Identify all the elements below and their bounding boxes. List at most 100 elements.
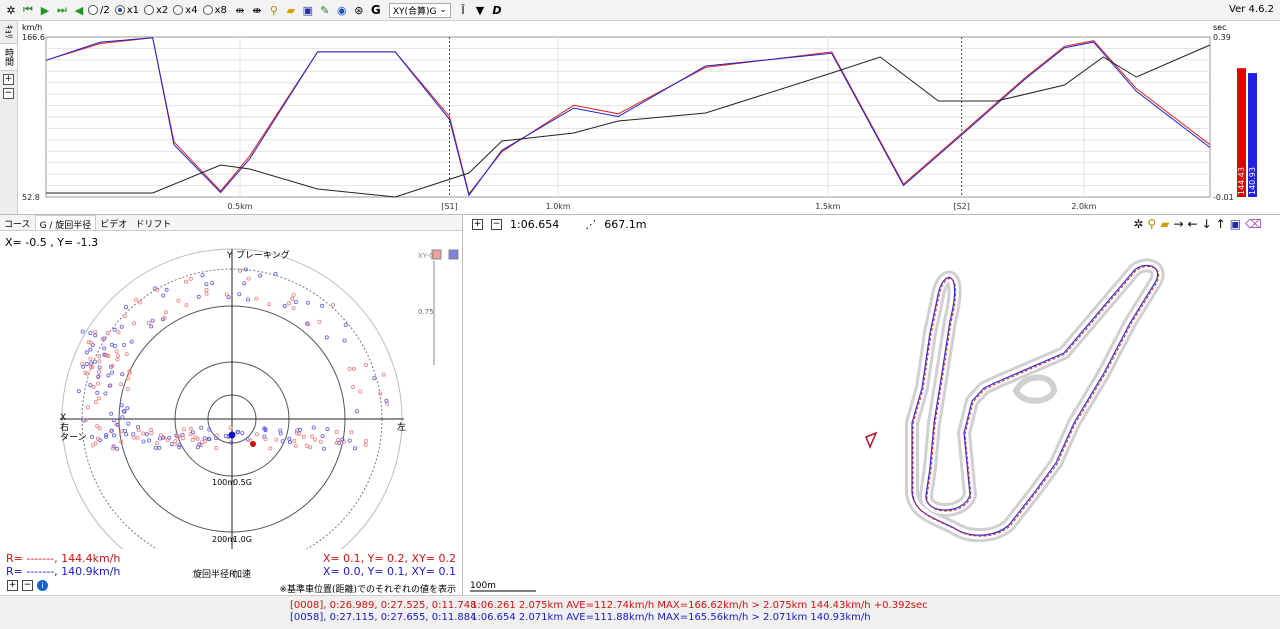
ruler-icon: ⋰ <box>585 217 597 231</box>
g-sample-dot <box>347 366 352 371</box>
eraser-icon[interactable]: ⌫ <box>1245 217 1262 231</box>
radio-label: x8 <box>214 4 227 16</box>
g-sample-dot <box>97 396 102 401</box>
radio-label: x2 <box>156 4 169 16</box>
x-tick-label: 1.5km <box>815 202 840 211</box>
g-sample-dot <box>290 296 295 301</box>
speed-radio-half[interactable]: /2 <box>88 5 110 16</box>
g-sample-dot <box>125 386 130 391</box>
g-sample-dot <box>347 438 352 443</box>
search-icon[interactable]: ⚲ <box>266 2 282 18</box>
step-back-icon[interactable]: ◀ <box>71 2 87 18</box>
g-sample-dot <box>301 434 306 439</box>
map-scale-label: 100m <box>470 581 496 591</box>
save-icon[interactable]: ▣ <box>300 2 316 18</box>
search-icon[interactable]: ⚲ <box>1147 217 1156 231</box>
status-footer: [0008], 0:26.989, 0:27.525, 0:11.748 [00… <box>0 595 1280 629</box>
drift-d-icon[interactable]: D <box>489 2 505 18</box>
lap-summary-blue: 1:06.654 2.071km AVE=111.88km/h MAX=165.… <box>471 612 871 623</box>
globe-icon[interactable]: ◉ <box>334 2 350 18</box>
play-icon[interactable]: ▶ <box>37 2 53 18</box>
g-sample-dot <box>334 429 339 434</box>
g-sample-dot <box>246 276 251 281</box>
info-icon[interactable]: i <box>37 580 48 591</box>
expand-horizontal-icon[interactable]: ⇹ <box>232 2 248 18</box>
arrow-left-icon[interactable]: ← <box>1188 217 1198 231</box>
y-unit-left: km/h <box>22 23 42 32</box>
car-marker-icon <box>865 431 878 449</box>
g-sample-dot <box>120 372 125 377</box>
steering-icon[interactable]: ⊛ <box>351 2 367 18</box>
g-sample-dot <box>181 436 186 441</box>
g-sample-dot <box>80 329 85 334</box>
track-map[interactable]: 100m <box>464 233 1280 595</box>
shrink-horizontal-icon[interactable]: ⇼ <box>249 2 265 18</box>
g-sample-dot <box>311 425 316 430</box>
g-sample-dot <box>287 440 292 445</box>
plus-icon[interactable]: + <box>7 580 18 591</box>
g-sample-dot <box>144 432 149 437</box>
minus-icon[interactable]: − <box>22 580 33 591</box>
plus-icon[interactable]: + <box>3 73 14 85</box>
tab-g-radius[interactable]: G / 旋回半径 <box>34 215 97 231</box>
g-sample-dot <box>81 364 86 369</box>
minus-icon[interactable]: − <box>491 218 502 230</box>
g-sample-dot <box>124 305 129 310</box>
g-sample-dot <box>138 300 143 305</box>
speed-radio-x8[interactable]: x8 <box>202 4 227 16</box>
settings-gear-icon[interactable]: ✲ <box>1133 217 1143 231</box>
g-sample-dot <box>119 403 124 408</box>
tab-course[interactable]: コース <box>0 215 35 230</box>
g-sample-dot <box>330 302 335 307</box>
app-window: ✲ ⏮ ▶ ⏭ ◀ /2 x1 x2 x4 x8 ⇹ ⇼ ⚲ ▰ ▣ ✎ ◉ ⊛… <box>0 0 1280 629</box>
speed-bar-label: 144.43 <box>1237 167 1246 195</box>
g-sample-dot <box>112 327 117 332</box>
g-sample-dot <box>116 353 121 358</box>
arrow-right-icon[interactable]: → <box>1173 217 1183 231</box>
arrow-down-icon[interactable]: ↓ <box>1202 217 1212 231</box>
g-sample-dot <box>321 446 326 451</box>
settings-gear-icon[interactable]: ✲ <box>3 2 19 18</box>
speed-chart[interactable]: 0.5km [S1] 1.0km 1.5km [S2] 2.0km 166.6 52.8 0.3… <box>18 21 1280 214</box>
radio-label: /2 <box>100 4 110 16</box>
g-sample-dot <box>169 442 174 447</box>
rewind-start-icon[interactable]: ⏮ <box>20 2 36 18</box>
g-sample-dot <box>93 329 98 334</box>
tab-drift[interactable]: ドリフト <box>131 215 175 230</box>
minus-icon[interactable]: − <box>3 87 14 99</box>
filter-icon[interactable]: ▼ <box>472 2 488 18</box>
tab-video[interactable]: ビデオ <box>96 215 131 230</box>
g-sample-dot <box>141 431 146 436</box>
open-folder-icon[interactable]: ▰ <box>1160 217 1169 231</box>
side-tab-distance[interactable]: ｷｮﾘ <box>0 21 17 44</box>
g-sample-dot <box>291 306 296 311</box>
speed-radio-x1[interactable]: x1 <box>114 5 139 16</box>
radio-label: x4 <box>185 4 198 16</box>
g-sample-dot <box>180 432 185 437</box>
g-sample-dot <box>111 446 116 451</box>
g-panel-controls: + − i <box>7 580 48 591</box>
g-sample-dot <box>109 342 114 347</box>
step-forward-icon[interactable]: ⏭ <box>54 2 70 18</box>
plus-icon[interactable]: + <box>472 218 483 230</box>
x-tick-label: 0.5km <box>227 202 252 211</box>
save-icon[interactable]: ▣ <box>1230 217 1241 231</box>
g-circle-plot[interactable]: Y ブレーキング X 右 ターン 左 XY-G 0.75 100m 0.5G 2… <box>0 231 462 549</box>
arrow-up-icon[interactable]: ↑ <box>1216 217 1226 231</box>
g-sample-dot <box>116 330 121 335</box>
g-sample-dot <box>106 373 111 378</box>
open-folder-icon[interactable]: ▰ <box>283 2 299 18</box>
side-tab-time[interactable]: 時間 <box>0 43 17 71</box>
g-sample-dot <box>358 389 363 394</box>
g-sample-dot <box>240 431 245 436</box>
speed-radio-x4[interactable]: x4 <box>173 4 198 16</box>
g-sample-dot <box>308 445 313 450</box>
cursor-text-icon[interactable]: Ī <box>455 2 471 18</box>
chart-tool-icon[interactable]: ✎ <box>317 2 333 18</box>
g-sample-dot <box>136 424 141 429</box>
g-mode-icon[interactable]: G <box>368 2 384 18</box>
g-sample-dot <box>88 383 93 388</box>
speed-radio-x2[interactable]: x2 <box>144 5 168 16</box>
g-sample-dot <box>293 443 298 448</box>
mode-select[interactable]: XY(合算)G ⌄ <box>388 2 451 18</box>
